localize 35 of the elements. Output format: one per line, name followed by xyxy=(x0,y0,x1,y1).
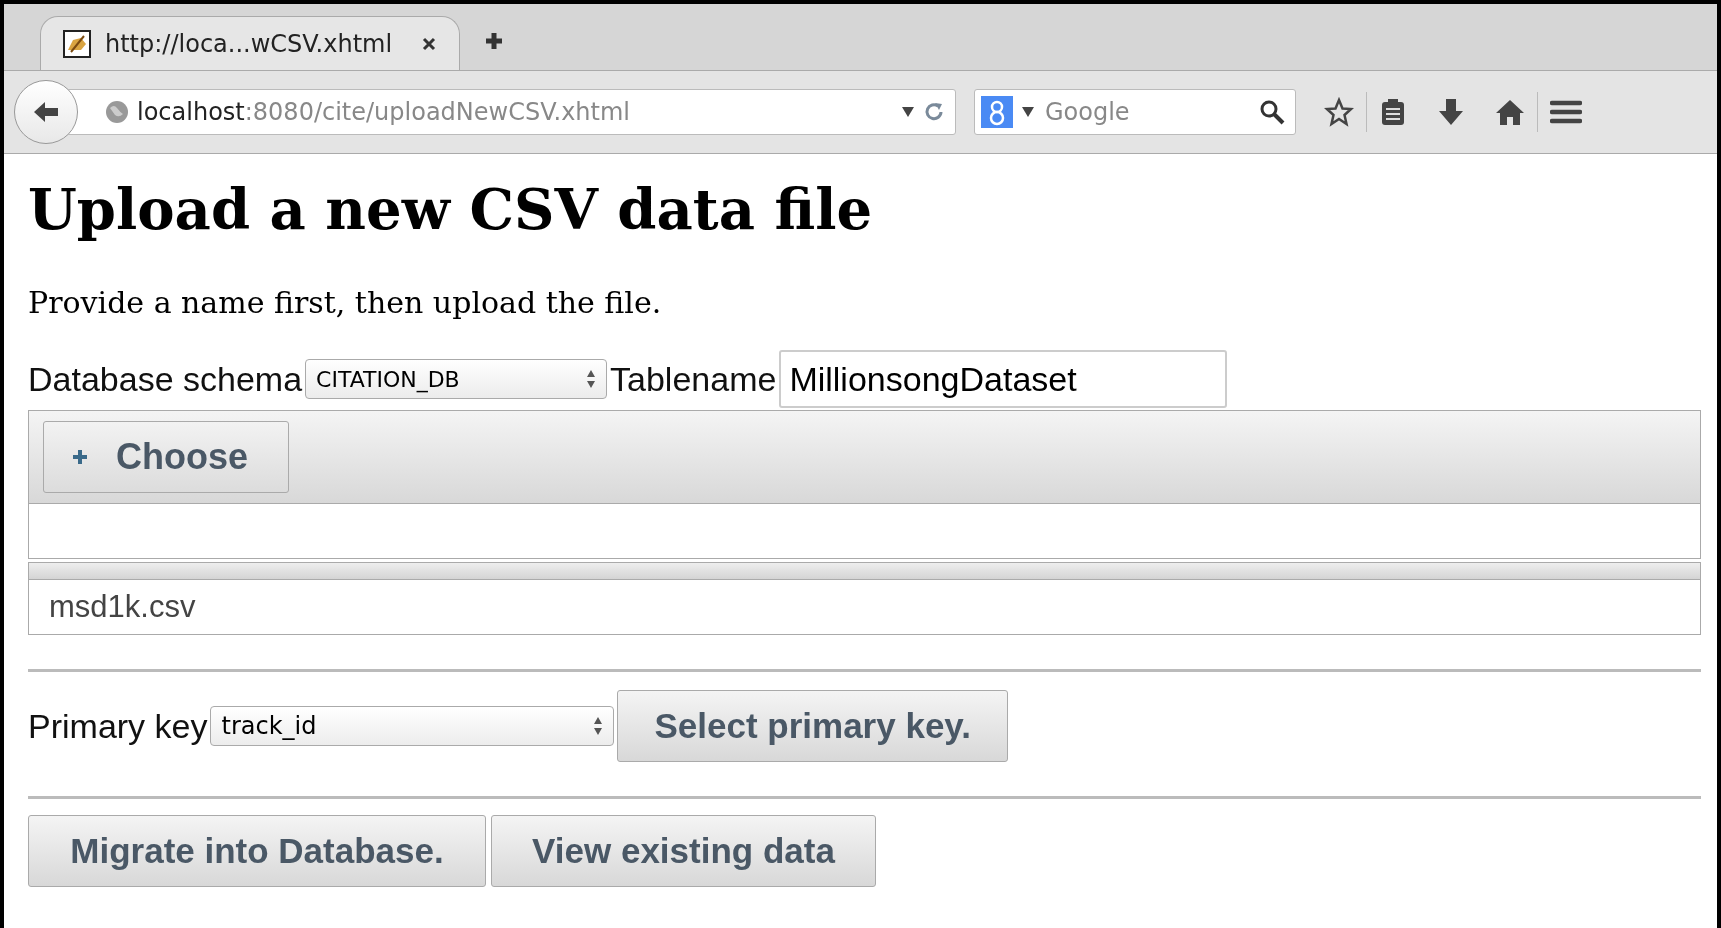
page-heading: Upload a new CSV data file xyxy=(28,176,874,244)
dropdown-icon[interactable] xyxy=(1021,106,1035,118)
spinner-arrows-icon xyxy=(586,369,597,390)
select-primary-key-button[interactable]: Select primary key. xyxy=(617,690,1008,763)
action-button[interactable]: Migrate into Database. xyxy=(28,815,486,888)
globe-icon xyxy=(105,100,129,124)
address-field[interactable]: localhost:8080/cite/uploadNewCSV.xhtml xyxy=(66,89,956,135)
primary-key-label: Primary key xyxy=(28,706,208,746)
search-field[interactable]: Google xyxy=(974,89,1296,135)
primary-key-select[interactable]: track_id xyxy=(210,706,615,747)
search-engine-icon[interactable] xyxy=(981,96,1013,128)
dropdown-icon[interactable] xyxy=(901,106,915,118)
clipboard-icon[interactable] xyxy=(1379,97,1407,127)
action-button[interactable]: View existing data xyxy=(491,815,876,888)
reload-icon[interactable] xyxy=(923,101,945,123)
search-input[interactable]: Google xyxy=(1043,97,1251,127)
star-icon[interactable] xyxy=(1324,97,1354,127)
choose-button[interactable]: Choose xyxy=(43,421,289,494)
home-icon[interactable] xyxy=(1495,98,1525,126)
back-arrow-icon xyxy=(32,99,60,125)
menu-icon[interactable] xyxy=(1550,99,1582,125)
schema-select[interactable]: CITATION_DB xyxy=(305,359,608,400)
favicon-icon xyxy=(63,29,91,58)
spinner-arrows-icon xyxy=(593,716,604,737)
tablename-input[interactable]: MillionsongDataset xyxy=(779,350,1228,409)
tablename-label: Tablename xyxy=(610,359,777,399)
download-icon[interactable] xyxy=(1437,97,1465,127)
schema-label: Database schema xyxy=(28,359,303,399)
plus-icon xyxy=(72,449,88,466)
browser-tab[interactable]: http://loca...wCSV.xhtml xyxy=(40,16,460,70)
search-icon[interactable] xyxy=(1259,99,1285,125)
new-tab-icon[interactable] xyxy=(484,31,504,51)
file-item: msd1k.csv xyxy=(28,580,1701,636)
intro-text: Provide a name first, then upload the file. xyxy=(28,285,663,321)
close-icon[interactable] xyxy=(421,35,437,52)
